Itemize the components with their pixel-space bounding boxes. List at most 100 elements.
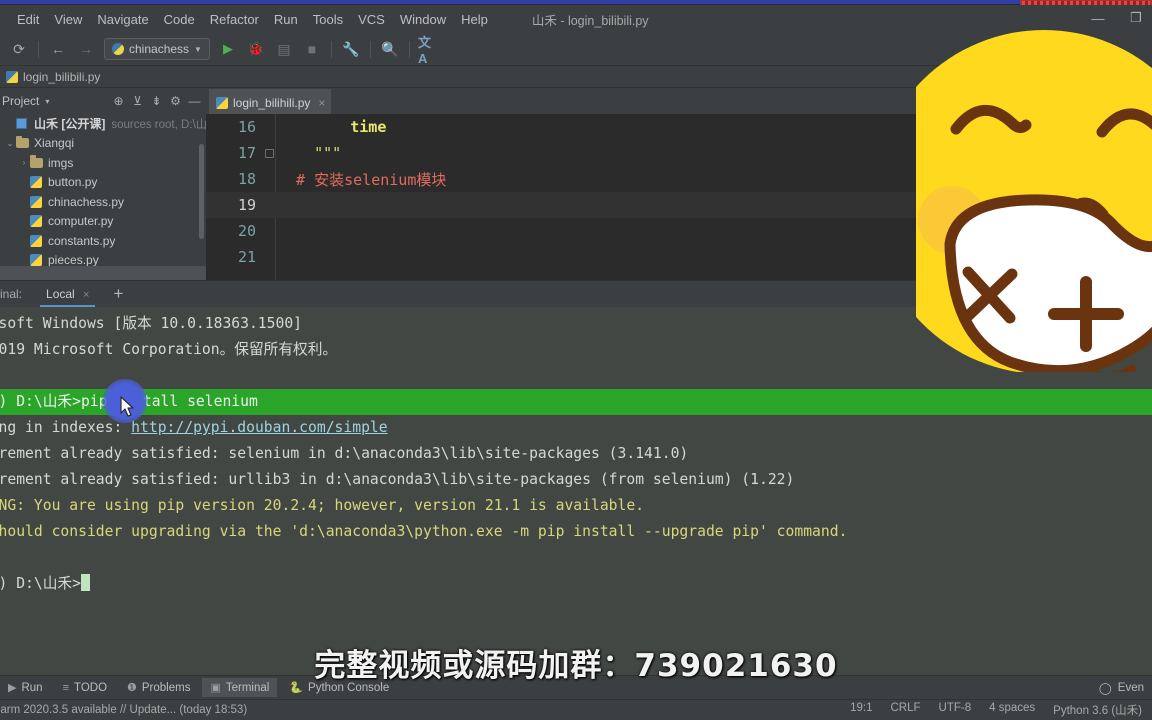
settings-wrench-icon[interactable]: 🔧 [340, 38, 362, 60]
menu-item-navigate[interactable]: Navigate [90, 10, 155, 29]
search-icon[interactable]: 🔍 [379, 38, 401, 60]
folder-icon [16, 135, 31, 149]
terminal-tab-label: Local [46, 286, 75, 301]
status-encoding[interactable]: UTF-8 [939, 702, 972, 718]
python-config-icon [112, 43, 124, 55]
breadcrumb-label[interactable]: login_bilibili.py [23, 70, 100, 84]
python-file-icon [30, 234, 45, 247]
project-panel-title[interactable]: Project [2, 94, 39, 108]
tree-item[interactable]: computer.py [0, 212, 206, 232]
list-icon: ≡ [62, 681, 69, 694]
tool-button-todo[interactable]: ≡ TODO [55, 679, 115, 697]
terminal-prompt-line: ase) D:\山禾> [0, 571, 1152, 597]
tree-item[interactable]: 山禾 [公开课] sources root, D:\山禾 [0, 114, 206, 134]
tree-item[interactable]: constants.py [0, 231, 206, 251]
event-log-button[interactable]: ◯ Even [1099, 681, 1152, 695]
terminal-output[interactable]: crosoft Windows [版本 10.0.18363.1500]) 20… [0, 307, 1152, 675]
tool-button-terminal[interactable]: ▣ Terminal [202, 678, 278, 697]
code-line[interactable]: 21 [206, 244, 1152, 270]
locate-target-icon[interactable]: ⊕ [110, 93, 127, 110]
tree-item[interactable]: ⌄ Xiangqi [0, 134, 206, 154]
tool-button-todo-label: TODO [74, 681, 108, 694]
run-configuration-selector[interactable]: chinachess ▼ [104, 38, 210, 60]
terminal-prompt-text: ase) D:\山禾> [0, 575, 81, 592]
status-line-separator[interactable]: CRLF [891, 702, 921, 718]
menu-item-help[interactable]: Help [454, 10, 495, 29]
translate-icon[interactable]: 文A [418, 35, 440, 66]
stop-button[interactable]: ■ [301, 38, 323, 60]
project-tree-partial-row [0, 266, 206, 280]
tool-button-run[interactable]: ▶ Run [0, 678, 51, 697]
editor-tab-login-bilihili[interactable]: login_bilihili.py × [209, 89, 332, 114]
code-text: time [278, 118, 387, 136]
minimize-icon[interactable]: — [1088, 11, 1108, 26]
tool-button-terminal-label: Terminal [225, 681, 270, 694]
status-interpreter[interactable]: Python 3.6 (山禾) [1053, 702, 1142, 718]
terminal-tab-local[interactable]: Local × [40, 283, 96, 307]
event-log-label: Even [1117, 681, 1144, 694]
code-editor[interactable]: 16 time 17 """ 18 # 安装selenium模块 19 20 21 [206, 114, 1152, 280]
terminal-icon: ▣ [210, 682, 221, 694]
menu-item-refactor[interactable]: Refactor [203, 10, 266, 29]
close-icon[interactable]: × [83, 289, 89, 301]
status-indent[interactable]: 4 spaces [989, 702, 1035, 718]
terminal-caret [80, 574, 90, 591]
project-tree[interactable]: 山禾 [公开课] sources root, D:\山禾 ⌄ Xiangqi › imgs… [0, 114, 206, 280]
hide-panel-icon[interactable]: — [186, 93, 203, 110]
menu-item-view[interactable]: View [47, 10, 89, 29]
project-panel-header: Project ▾ ⊕ ⊻ ⇟ ⚙ — [0, 88, 206, 114]
editor-tab-label: login_bilihili.py [233, 95, 311, 110]
new-terminal-tab-button[interactable]: + [113, 284, 123, 304]
tree-item-label: chinachess.py [48, 194, 125, 209]
code-line[interactable]: 20 [206, 218, 1152, 244]
code-line[interactable]: 17 """ [206, 140, 1152, 166]
menu-item-edit[interactable]: Edit [10, 10, 46, 29]
terminal-line: quirement already satisfied: urllib3 in … [0, 471, 795, 488]
coverage-button[interactable]: ▤ [273, 38, 295, 60]
menu-item-vcs[interactable]: VCS [351, 10, 392, 29]
tool-button-python-console[interactable]: 🐍 Python Console [281, 678, 397, 697]
status-caret-position[interactable]: 19:1 [850, 702, 872, 718]
close-icon[interactable]: × [318, 96, 325, 110]
status-update-message[interactable]: harm 2020.3.5 available // Update... (to… [0, 704, 247, 716]
project-tree-scrollbar[interactable] [199, 144, 204, 239]
line-number: 18 [237, 170, 256, 188]
chevron-down-icon[interactable]: ▾ [45, 97, 49, 106]
collapse-icon[interactable]: ⊻ [129, 93, 146, 110]
code-fold-marker[interactable] [265, 149, 274, 158]
code-line[interactable]: 16 time [206, 114, 1152, 140]
terminal-line: crosoft Windows [版本 10.0.18363.1500] [0, 315, 303, 332]
expand-icon[interactable]: ⇟ [148, 93, 165, 110]
code-line[interactable]: 19 [206, 192, 1152, 218]
code-line[interactable]: 18 # 安装selenium模块 [206, 166, 1152, 192]
tree-item[interactable]: button.py [0, 173, 206, 193]
menu-item-window[interactable]: Window [393, 10, 453, 29]
forward-arrow-icon[interactable]: → [75, 38, 97, 60]
tree-item[interactable]: › imgs [0, 153, 206, 173]
chevron-icon[interactable]: › [18, 158, 30, 167]
menu-item-run[interactable]: Run [267, 10, 305, 29]
terminal-url-link[interactable]: http://pypi.douban.com/simple [131, 419, 387, 436]
chevron-down-icon: ▼ [194, 44, 202, 54]
run-button[interactable]: ▶ [217, 38, 239, 60]
tool-button-problems[interactable]: ❶ Problems [119, 678, 198, 697]
terminal-line: quirement already satisfied: selenium in… [0, 445, 689, 462]
code-text: # 安装selenium模块 [278, 170, 447, 189]
python-file-icon [30, 195, 45, 208]
sync-icon[interactable]: ⟳ [8, 38, 30, 60]
chevron-icon[interactable]: ⌄ [4, 139, 16, 148]
gear-icon[interactable]: ⚙ [167, 93, 184, 110]
python-file-icon [6, 70, 18, 83]
debug-button[interactable]: 🐞 [245, 38, 267, 60]
menu-item-code[interactable]: Code [157, 10, 202, 29]
tree-item[interactable]: chinachess.py [0, 192, 206, 212]
toolbar-divider [38, 40, 39, 58]
tool-button-run-label: Run [21, 681, 43, 694]
terminal-tool-window-header: minal: Local × + [0, 280, 1152, 307]
python-file-icon [30, 176, 45, 189]
maximize-icon[interactable]: ❐ [1126, 10, 1146, 26]
menu-item-tools[interactable]: Tools [306, 10, 350, 29]
back-arrow-icon[interactable]: ← [47, 38, 69, 60]
tree-item-label: constants.py [48, 233, 116, 248]
